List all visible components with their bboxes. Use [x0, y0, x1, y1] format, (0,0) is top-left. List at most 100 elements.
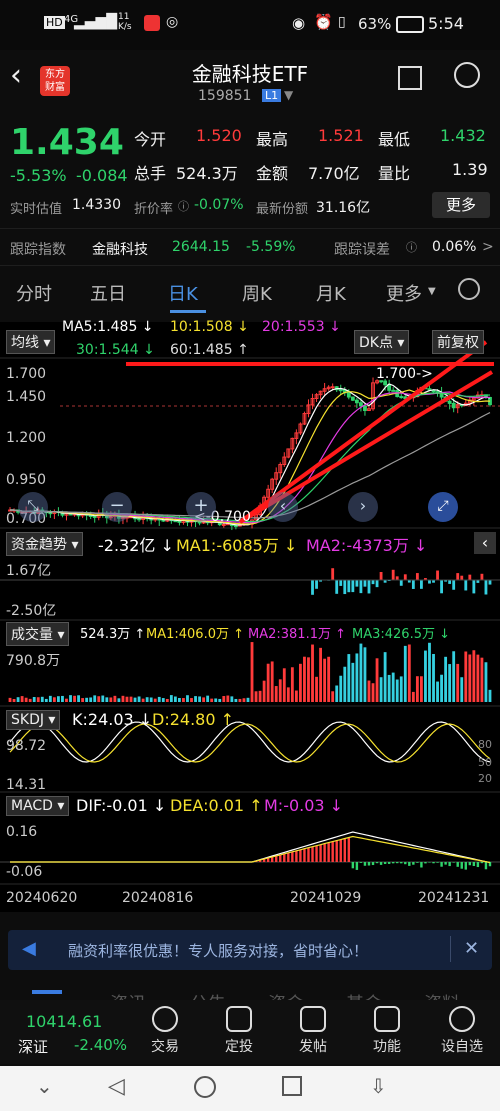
fund-flow-selector[interactable]: 资金趋势 ▾: [6, 532, 84, 556]
macd-dif-line: [10, 831, 491, 864]
promo-banner[interactable]: ◀ 融资利率很优惠！专人服务对接，省时省心！ ✕: [8, 930, 492, 970]
volume-bar: [12, 698, 16, 702]
ma-label: 均线: [11, 335, 39, 351]
ma-selector[interactable]: 均线 ▾: [6, 330, 56, 354]
trade-button[interactable]: 交易: [135, 1006, 195, 1056]
volume-bar: [250, 642, 254, 702]
volume-bar: [73, 695, 76, 702]
back-triangle-icon[interactable]: ◁: [108, 1074, 125, 1099]
zoom-in-icon[interactable]: +: [186, 492, 216, 522]
low-marker-text: 0.700: [210, 509, 251, 525]
chevron-down-icon[interactable]: ⌄: [36, 1074, 53, 1098]
volume-bar: [206, 695, 210, 702]
chevron-down-icon[interactable]: ▼: [284, 88, 293, 102]
more-button[interactable]: 更多: [432, 192, 490, 218]
volume-bar: [230, 696, 234, 702]
zoom-out-icon[interactable]: −: [102, 492, 132, 522]
tracking-index-change: -5.59%: [246, 239, 296, 255]
adjust-button[interactable]: 前复权: [432, 330, 484, 354]
volume-bar: [379, 677, 383, 702]
info-tab[interactable]: 资讯: [110, 990, 146, 1000]
post-button[interactable]: 发帖: [283, 1006, 343, 1056]
candle-body: [363, 405, 367, 412]
macd-m-text: M:-0.03: [264, 796, 325, 815]
macd-histogram-bar: [335, 841, 338, 862]
macd-histogram-bar: [436, 862, 439, 863]
candle-body: [447, 400, 452, 404]
volume-ma2-text: MA2:381.1万: [248, 627, 331, 642]
info-tab[interactable]: 公告: [190, 990, 226, 1000]
volume-bar: [355, 653, 359, 702]
k-line-chart-area[interactable]: 均线 ▾ MA5:1.485 ↓ 10:1.508 ↓ 20:1.553 ↓ 3…: [0, 319, 500, 912]
macd-histogram-bar: [460, 862, 463, 869]
recents-square-icon[interactable]: [282, 1076, 302, 1096]
volume-bar: [153, 698, 157, 702]
macd-selector[interactable]: MACD ▾: [6, 796, 70, 816]
scroll-right-icon[interactable]: ›: [348, 492, 378, 522]
volume-value: 524.3万 ↑: [80, 627, 146, 642]
macd-label: MACD: [11, 798, 53, 814]
tab-intraday[interactable]: 分时: [16, 280, 52, 306]
skdj-selector[interactable]: SKDJ ▾: [6, 710, 61, 730]
close-icon[interactable]: ✕: [464, 938, 479, 959]
volume-ma1: MA1:406.0万 ↑: [146, 627, 245, 642]
volume-value-text: 524.3万: [80, 627, 131, 642]
tab-weekly-k[interactable]: 周K: [242, 280, 272, 306]
fund-flow-bar: [428, 580, 431, 584]
dk-point-button[interactable]: DK点 ▾: [354, 330, 410, 354]
expand-icon[interactable]: ⤡: [18, 492, 48, 522]
change-percent: -5.53%: [10, 166, 67, 185]
volume-bar: [69, 695, 72, 702]
settings-gear-icon[interactable]: [458, 278, 480, 300]
add-watchlist-button[interactable]: 设自选: [432, 1006, 492, 1056]
info-tab[interactable]: 资金: [268, 990, 304, 1000]
volume-bar: [52, 697, 56, 702]
fund-flow-bar: [456, 573, 460, 580]
info-icon[interactable]: ⓘ: [178, 198, 189, 214]
volume-bar: [343, 666, 347, 702]
functions-button[interactable]: 功能: [357, 1006, 417, 1056]
volume-bar: [351, 662, 355, 702]
ma5-text: MA5:1.485: [62, 319, 138, 335]
fund-flow-bar: [440, 580, 443, 594]
macd-histogram-bar: [327, 843, 330, 862]
stock-header: ‹ 东方 财富 金融科技ETF 159851 L1 ▼: [0, 50, 500, 110]
skdj-level-50: 50: [478, 756, 492, 769]
tracking-row[interactable]: 跟踪指数 金融科技 2644.15 -5.59% 跟踪误差 ⓘ 0.06% >: [0, 228, 500, 266]
ma5-value: MA5:1.485 ↓: [62, 319, 154, 335]
tab-more[interactable]: 更多: [386, 280, 422, 306]
macd-histogram-bar: [319, 845, 322, 862]
auto-invest-button[interactable]: 定投: [209, 1006, 269, 1056]
macd-histogram-bar: [448, 862, 451, 867]
info-icon[interactable]: ⓘ: [406, 239, 417, 255]
candle-body: [354, 399, 359, 404]
ma-line: [10, 389, 491, 525]
macd-histogram-bar: [315, 846, 318, 862]
info-tab[interactable]: 基金: [346, 990, 382, 1000]
home-circle-icon[interactable]: [194, 1076, 216, 1098]
fund-flow-bar: [343, 580, 347, 595]
price-tick: 0.950: [6, 472, 47, 488]
collapse-panel-icon[interactable]: ‹: [474, 532, 496, 554]
volume-bar: [40, 696, 44, 702]
scroll-left-icon[interactable]: ‹: [268, 492, 298, 522]
download-icon[interactable]: ⇩: [370, 1074, 387, 1098]
volume-bar: [36, 697, 40, 702]
grid-icon: [374, 1006, 400, 1032]
volume-bar: [460, 677, 464, 702]
macd-dif: DIF:-0.01 ↓: [76, 796, 167, 815]
search-icon[interactable]: [454, 62, 480, 88]
tab-five-day[interactable]: 五日: [90, 280, 126, 306]
macd-histogram-bar: [343, 839, 346, 862]
info-tab[interactable]: 资料: [424, 990, 460, 1000]
volume-bar: [307, 657, 310, 702]
vol-ratio-label: 量比: [378, 164, 411, 183]
volume-selector[interactable]: 成交量 ▾: [6, 622, 70, 646]
status-bar: HD 4G ▂▄▆█ ◠ 11 K/s ◎ ◉ ⏰ ▯ 63% 5:54: [0, 0, 500, 50]
tracking-index-name: 金融科技: [92, 242, 148, 258]
tab-monthly-k[interactable]: 月K: [316, 280, 346, 306]
info-tab-strip: 资讯 公告 资金 基金 资料: [0, 984, 500, 1000]
tab-daily-k[interactable]: 日K: [168, 280, 198, 306]
fullscreen-icon[interactable]: ⤢: [428, 492, 458, 522]
share-icon[interactable]: [398, 66, 422, 90]
